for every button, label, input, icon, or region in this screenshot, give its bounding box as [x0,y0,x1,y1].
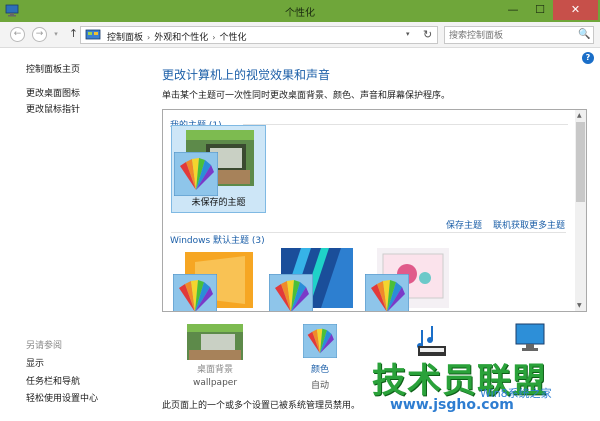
theme-list-scrollbar[interactable]: ▲ ▼ [575,110,586,311]
sidebar-item-mouse-pointer[interactable]: 更改鼠标指针 [26,102,80,115]
help-icon[interactable]: ? [582,52,594,64]
sidebar-item-home[interactable]: 控制面板主页 [26,62,80,75]
theme-windows[interactable] [171,248,266,311]
recent-locations-icon[interactable]: ▾ [52,28,60,43]
theme-list: 我的主题 (1) 未保存的主题 保存主题 联机获取更多主题 Windows 默认… [162,109,587,312]
breadcrumb-control-panel[interactable]: 控制面板 [107,33,143,43]
page-description: 单击某个主题可一次性同时更改桌面背景、颜色、声音和屏幕保护程序。 [162,91,451,101]
theme-flowers[interactable] [363,248,458,311]
scroll-down-icon[interactable]: ▼ [577,302,582,309]
sidebar-item-ease-of-access[interactable]: 轻松使用设置中心 [26,391,98,404]
back-button[interactable]: ← [10,27,25,42]
admin-disabled-notice: 此页面上的一个或多个设置已被系统管理员禁用。 [162,401,361,411]
color-fan-icon [303,324,337,358]
sidebar-item-desktop-icons[interactable]: 更改桌面图标 [26,86,80,99]
search-input[interactable] [449,29,569,42]
page-title: 更改计算机上的视觉效果和声音 [162,68,331,82]
watermark-url: www.jsgho.com [390,397,514,413]
desktop-background-thumbnail [187,324,243,360]
see-also-heading: 另请参阅 [26,341,63,351]
breadcrumb-separator[interactable]: › [212,33,215,42]
search-icon[interactable]: 🔍 [578,29,590,40]
up-button[interactable]: ↑ [66,27,81,42]
color-fan-icon [269,274,313,311]
color-fan-icon [174,152,218,196]
desktop-background-label: 桌面背景 [196,365,233,375]
color-value: 自动 [310,381,329,391]
forward-button[interactable]: → [32,27,47,42]
save-theme-link[interactable]: 保存主题 [446,218,482,231]
theme-unsaved[interactable]: 未保存的主题 [171,125,266,213]
control-panel-icon [85,29,101,40]
title-bar: 个性化 — ☐ ✕ [0,0,600,22]
refresh-icon[interactable]: ↻ [423,28,432,41]
address-bar[interactable]: 控制面板 › 外观和个性化 › 个性化 ▾ ↻ [80,26,438,44]
scroll-up-icon[interactable]: ▲ [577,112,582,119]
sidebar-item-display[interactable]: 显示 [26,356,44,369]
windows-default-themes-heading: Windows 默认主题 (3) [170,236,265,246]
theme-lines-and-colors[interactable] [267,248,362,311]
breadcrumb: 控制面板 › 外观和个性化 › 个性化 [107,30,246,43]
desktop-background-setting[interactable]: 桌面背景 wallpaper [183,324,247,390]
color-fan-icon [173,274,217,311]
breadcrumb-personalization[interactable]: 个性化 [219,33,246,43]
theme-unsaved-label: 未保存的主题 [191,198,246,208]
minimize-button[interactable]: — [500,0,526,20]
color-setting[interactable]: 颜色 自动 [290,324,350,391]
get-more-themes-link[interactable]: 联机获取更多主题 [493,218,565,231]
desktop-background-value: wallpaper [192,378,238,388]
sidebar-item-taskbar[interactable]: 任务栏和导航 [26,374,80,387]
watermark: 技术员联盟 Win8系统之家 www.jsgho.com [372,345,600,421]
close-button[interactable]: ✕ [553,0,598,20]
address-dropdown-icon[interactable]: ▾ [406,30,410,38]
breadcrumb-separator[interactable]: › [147,33,150,42]
maximize-button[interactable]: ☐ [527,0,553,20]
navigation-bar: ← → ▾ ↑ 控制面板 › 外观和个性化 › 个性化 ▾ ↻ 🔍 [0,22,600,48]
divider [243,124,568,125]
search-box[interactable]: 🔍 [444,26,594,44]
color-fan-icon [365,274,409,311]
scrollbar-thumb[interactable] [576,122,585,202]
color-label: 颜色 [310,365,329,375]
breadcrumb-appearance[interactable]: 外观和个性化 [154,33,208,43]
